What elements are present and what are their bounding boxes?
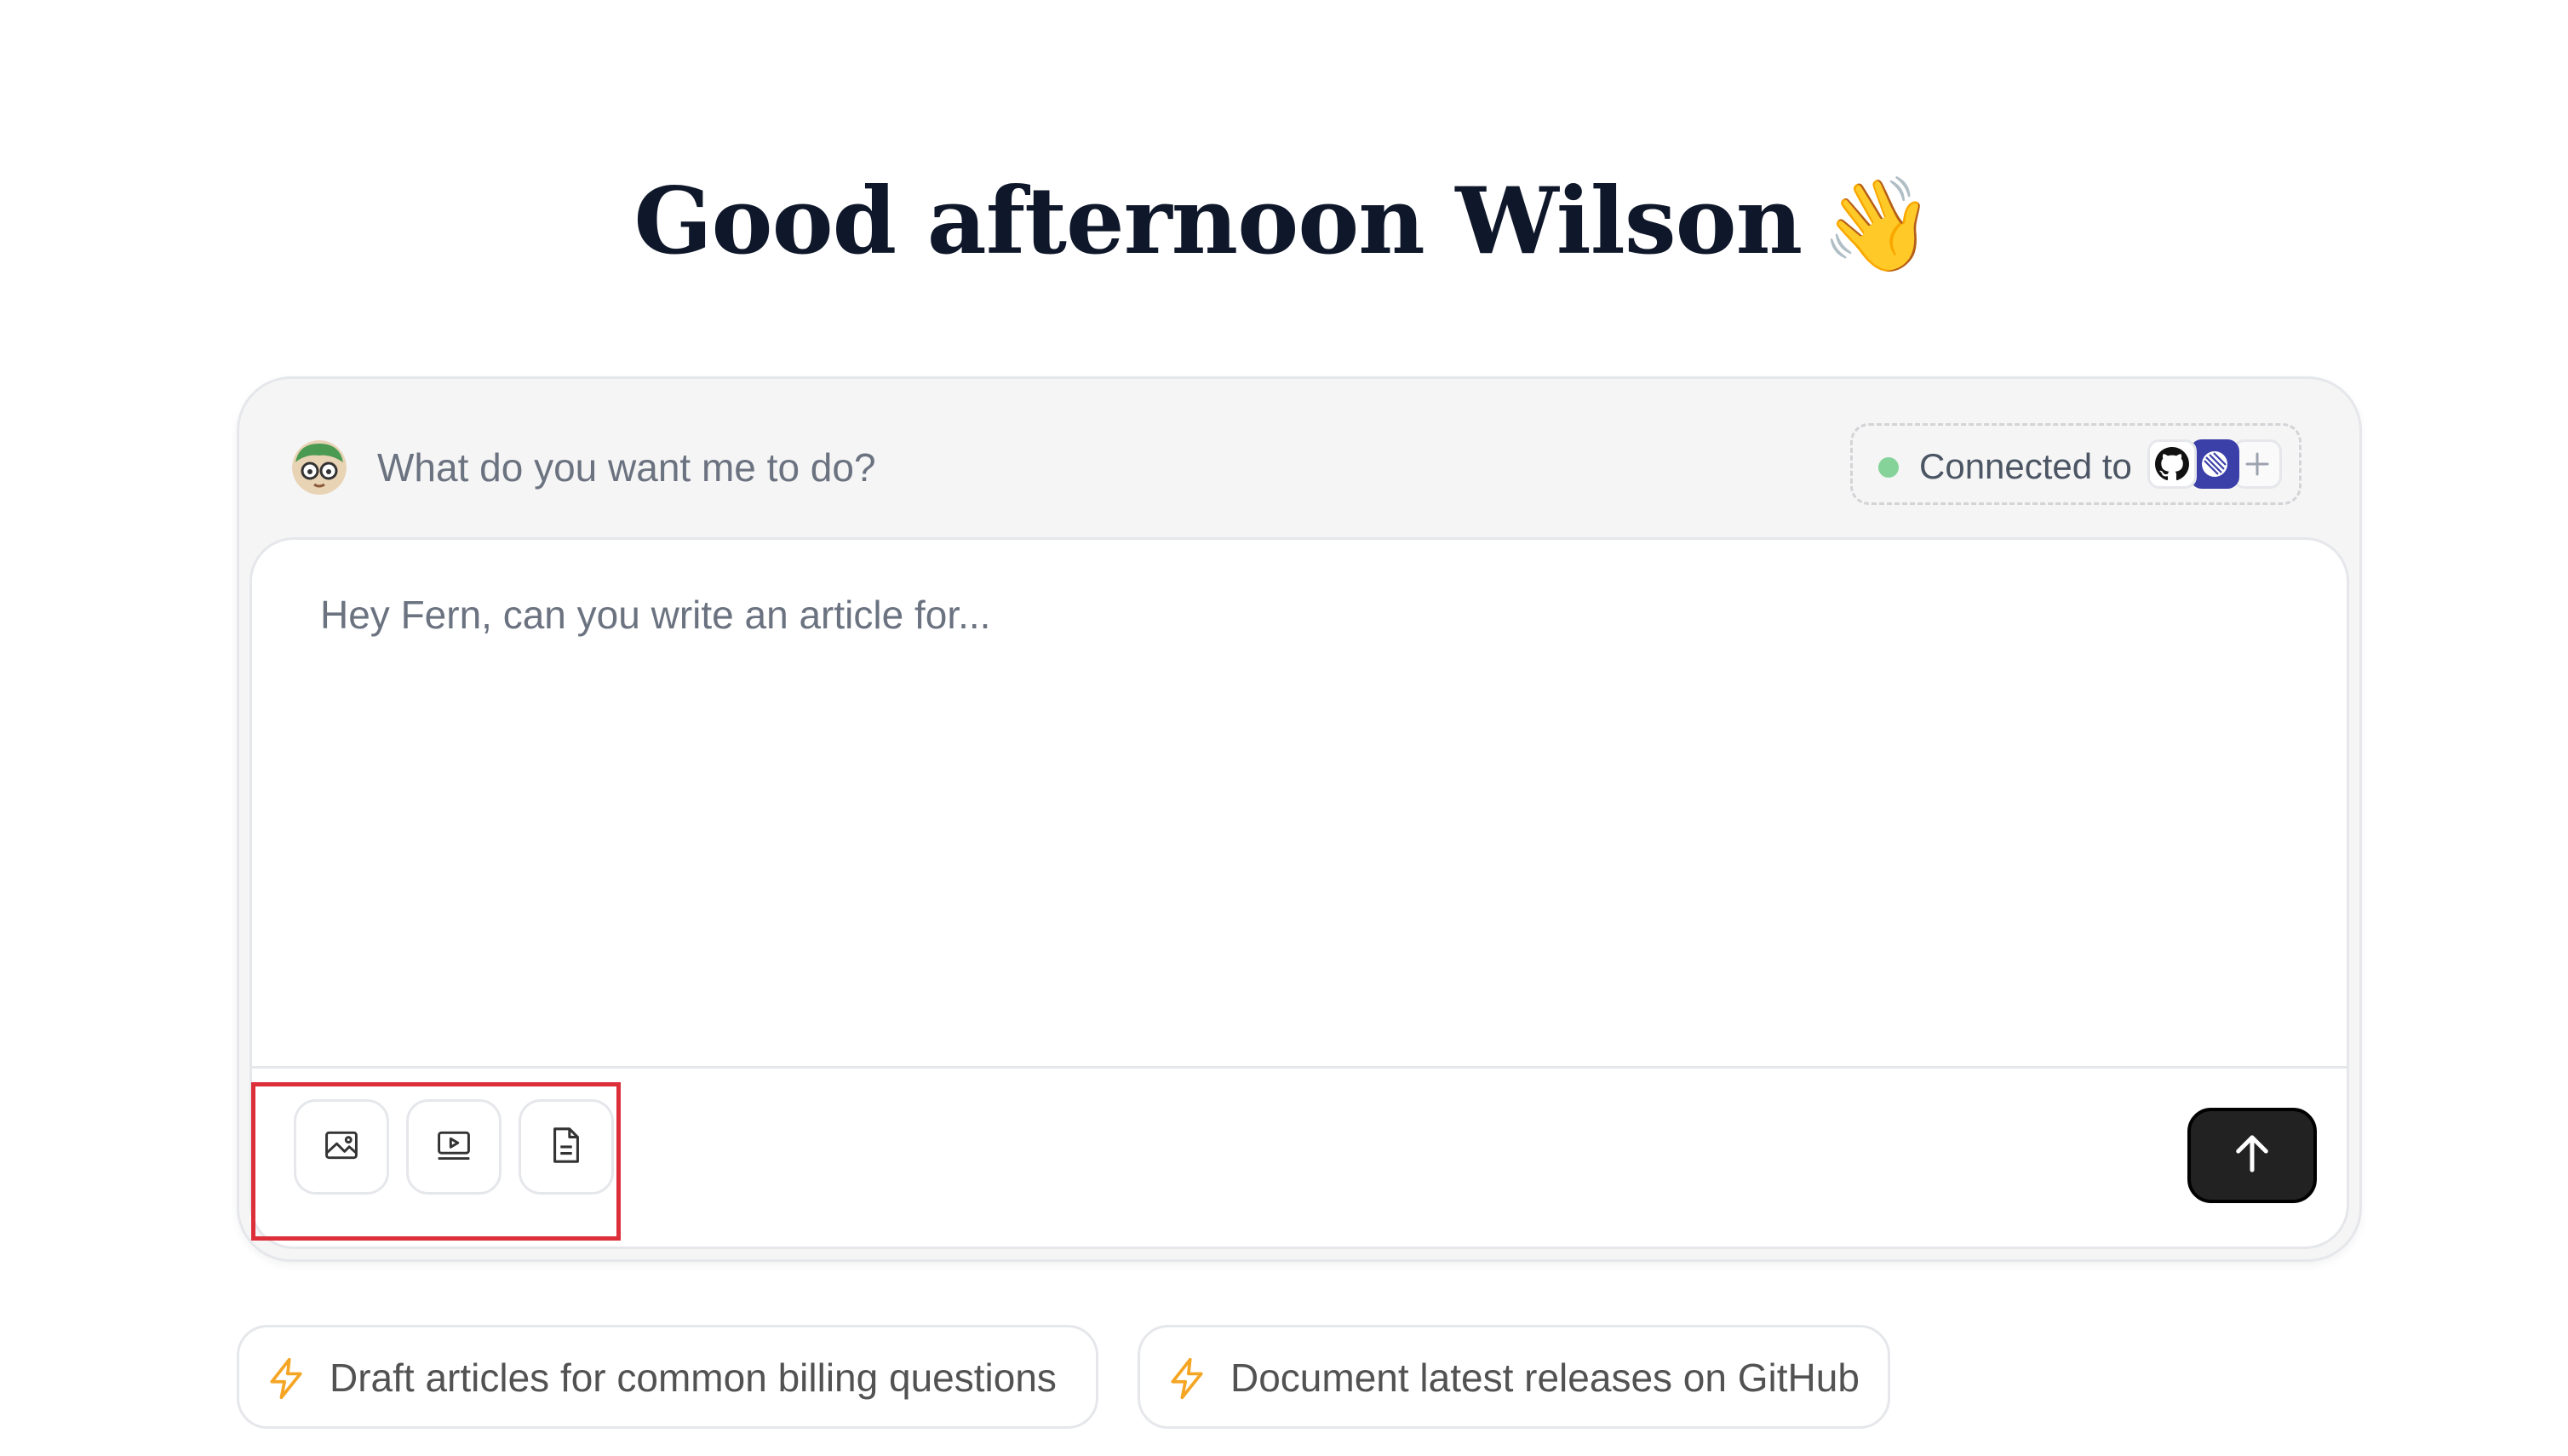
editor-divider	[252, 1066, 2347, 1069]
attach-document-button[interactable]	[519, 1099, 614, 1195]
suggestion-label: Document latest releases on GitHub	[1230, 1356, 1860, 1400]
connected-app-icon[interactable]	[2190, 439, 2239, 489]
avatar	[292, 440, 347, 495]
message-input[interactable]	[318, 588, 2195, 1017]
suggestion-chip[interactable]: Document latest releases on GitHub	[1138, 1325, 1890, 1429]
document-icon	[549, 1126, 583, 1169]
lightning-icon	[267, 1356, 306, 1401]
add-connection-icon[interactable]	[2233, 439, 2282, 489]
attach-image-button[interactable]	[294, 1099, 389, 1195]
github-icon[interactable]	[2147, 439, 2197, 489]
connected-label: Connected to	[1919, 446, 2132, 486]
video-icon	[434, 1126, 473, 1168]
suggestion-chip[interactable]: Draft articles for common billing questi…	[237, 1325, 1098, 1429]
suggestion-label: Draft articles for common billing questi…	[330, 1356, 1057, 1400]
connected-integrations[interactable]: Connected to	[1850, 423, 2301, 505]
attach-video-button[interactable]	[406, 1099, 502, 1195]
wave-emoji: 👋	[1820, 171, 1935, 278]
image-icon	[323, 1126, 360, 1168]
composer-card: What do you want me to do? Connected to	[237, 376, 2362, 1262]
send-button[interactable]	[2187, 1108, 2317, 1203]
greeting-text: Good afternoon Wilson	[633, 168, 1803, 275]
greeting-title: Good afternoon Wilson 👋	[0, 162, 2568, 284]
status-dot	[1878, 457, 1899, 478]
composer-header: What do you want me to do? Connected to	[239, 379, 2359, 537]
lightning-icon	[1167, 1356, 1207, 1401]
arrow-up-icon	[2233, 1132, 2272, 1179]
prompt-label: What do you want me to do?	[377, 445, 876, 490]
